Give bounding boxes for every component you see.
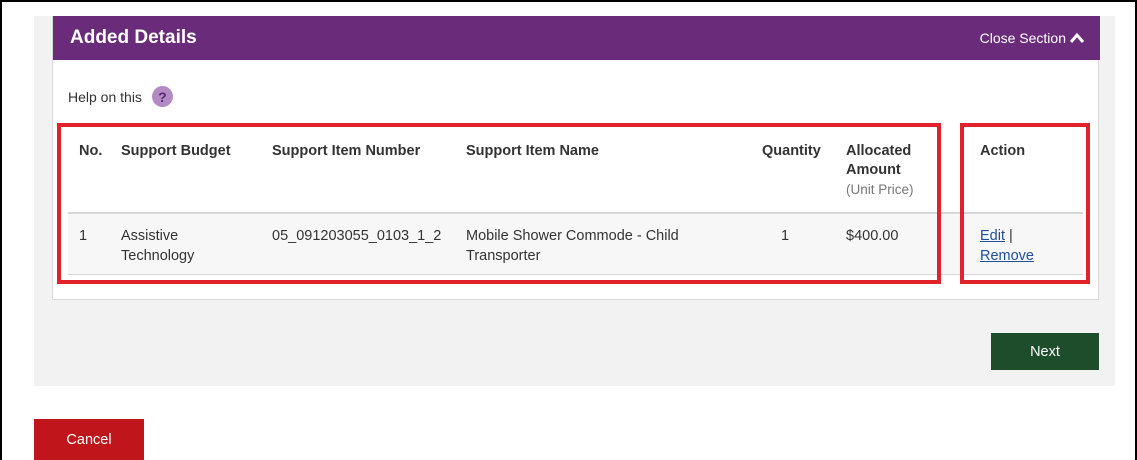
highlight-box-item-details [57,123,941,284]
section-header: Added Details Close Section [53,16,1100,60]
next-button[interactable]: Next [991,333,1099,370]
chevron-up-icon [1070,32,1084,43]
close-section-label: Close Section [979,30,1066,46]
cancel-button[interactable]: Cancel [34,419,144,460]
highlight-box-action [960,123,1090,284]
help-link[interactable]: Help on this ? [68,86,173,107]
help-label: Help on this [68,88,142,105]
section-title: Added Details [70,27,197,48]
help-question-icon[interactable]: ? [151,86,173,107]
close-section-button[interactable]: Close Section [980,30,1084,46]
